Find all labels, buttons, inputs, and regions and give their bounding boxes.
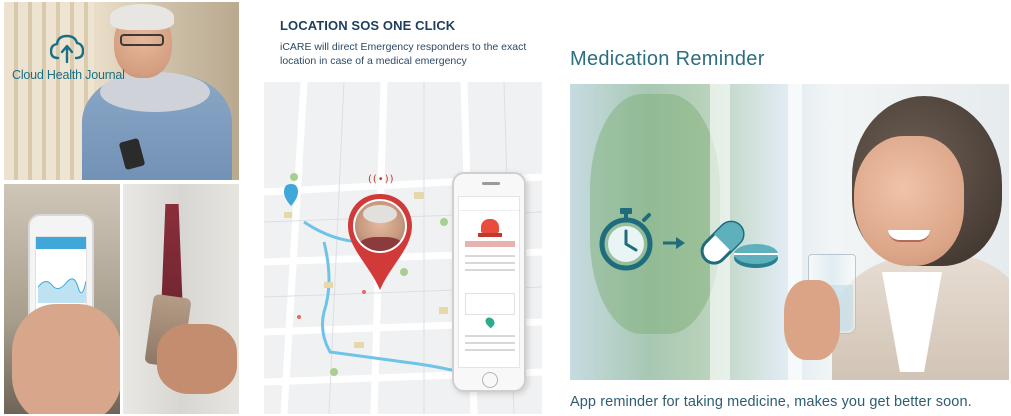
senior-patient-photo (355, 201, 405, 251)
left-collage: Cloud Health Journal (4, 2, 239, 414)
sos-location-pin (346, 192, 414, 292)
sos-screen-header (459, 197, 519, 211)
woman-smile (888, 230, 930, 242)
form-line (465, 269, 515, 271)
woman-hand (784, 280, 840, 360)
sos-description: iCARE will direct Emergency responders t… (280, 41, 527, 67)
stopwatch-icon (599, 208, 653, 271)
hand (12, 304, 120, 414)
sos-app-screen (458, 196, 520, 368)
man-hand (157, 324, 237, 394)
medication-reminder-section: Medication Reminder App reminder for tak… (560, 0, 1011, 416)
window-background (4, 2, 94, 180)
siren-base (478, 233, 502, 237)
location-sos-section: LOCATION SOS ONE CLICK iCARE will direct… (262, 0, 544, 416)
footer-line (465, 342, 515, 344)
form-line (465, 262, 515, 264)
reminder-caption: App reminder for taking medicine, makes … (570, 394, 972, 410)
form-lines (465, 255, 515, 276)
phone-in-hand-photo (4, 184, 120, 414)
woman-face (854, 136, 964, 266)
cloud-health-journal-logo: Cloud Health Journal (12, 34, 125, 82)
old-man-photo: Cloud Health Journal (4, 2, 239, 180)
phone-speaker (482, 182, 500, 185)
reminder-title: Medication Reminder (570, 48, 765, 70)
emergency-label-bar (465, 241, 515, 247)
logo-text: Cloud Health Journal (12, 68, 125, 82)
old-man-glasses (120, 34, 164, 46)
sos-signal-icon: ((•)) (368, 174, 395, 185)
smiling-woman-photo (570, 84, 1009, 380)
arrow-right-icon (663, 237, 685, 249)
sos-title: LOCATION SOS ONE CLICK (280, 18, 456, 33)
footer-line (465, 349, 515, 351)
siren-icon (481, 219, 499, 233)
sos-smartphone (452, 172, 526, 392)
footer-text-lines (465, 335, 515, 356)
phone-home-button (482, 372, 498, 388)
cloud-upload-icon (50, 34, 84, 64)
old-man-hair (110, 4, 174, 30)
form-line (465, 255, 515, 257)
location-marker-icon (483, 315, 497, 329)
pills-icon (700, 220, 778, 268)
footer-line (465, 335, 515, 337)
patient-shirt (359, 237, 403, 251)
screen-header-bar (36, 237, 86, 249)
patient-hair (363, 205, 397, 223)
message-box (465, 293, 515, 315)
city-map-illustration: ((•)) (264, 82, 542, 414)
businessman-photo (123, 184, 239, 414)
